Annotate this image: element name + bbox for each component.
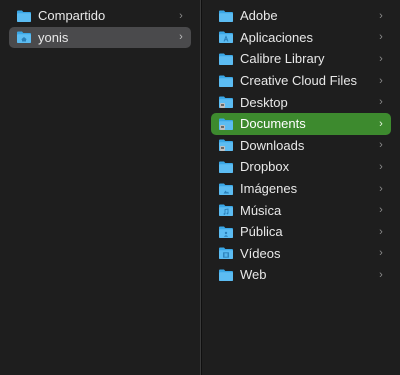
column-item-yonis[interactable]: yonis ›: [9, 26, 191, 49]
column-item-label: Música: [240, 202, 282, 218]
chevron-right-icon: ›: [379, 74, 383, 87]
finder-column-browser: Compartido › yonis › Adobe › Aplicacione…: [0, 0, 400, 375]
chevron-right-icon: ›: [379, 96, 383, 109]
documents-folder-icon: [218, 117, 234, 131]
folder-icon: [218, 9, 234, 23]
chevron-right-icon: ›: [379, 9, 383, 22]
column-item-label: Documents: [240, 116, 306, 132]
column-item-aplicaciones[interactable]: Aplicaciones ›: [211, 27, 391, 49]
column-item-label: Desktop: [240, 94, 288, 110]
music-folder-icon: [218, 203, 234, 217]
column-item-web[interactable]: Web ›: [211, 264, 391, 286]
column-item-calibre-library[interactable]: Calibre Library ›: [211, 48, 391, 70]
chevron-right-icon: ›: [379, 31, 383, 44]
column-item-imagenes[interactable]: Imágenes ›: [211, 178, 391, 200]
column-item-label: Dropbox: [240, 159, 290, 175]
column-item-musica[interactable]: Música ›: [211, 199, 391, 221]
folder-icon: [218, 268, 234, 282]
applications-folder-icon: [218, 30, 234, 44]
column-item-label: Downloads: [240, 137, 305, 153]
chevron-right-icon: ›: [379, 182, 383, 195]
column-item-label: Calibre Library: [240, 51, 325, 67]
chevron-right-icon: ›: [379, 160, 383, 173]
folder-icon: [218, 74, 234, 88]
desktop-folder-icon: [218, 95, 234, 109]
column-item-label: Vídeos: [240, 245, 281, 261]
chevron-right-icon: ›: [379, 268, 383, 281]
chevron-right-icon: ›: [379, 52, 383, 65]
chevron-right-icon: ›: [379, 247, 383, 260]
column-item-videos[interactable]: Vídeos ›: [211, 243, 391, 265]
chevron-right-icon: ›: [379, 204, 383, 217]
column-item-label: Adobe: [240, 8, 278, 24]
column-item-dropbox[interactable]: Dropbox ›: [211, 156, 391, 178]
column-item-downloads[interactable]: Downloads ›: [211, 135, 391, 157]
folder-icon: [218, 160, 234, 174]
chevron-right-icon: ›: [379, 225, 383, 238]
column-item-label: Compartido: [38, 8, 106, 24]
column-item-label: Creative Cloud Files: [240, 73, 358, 89]
column-2: Adobe › Aplicaciones › Calibre Library ›…: [202, 0, 400, 375]
column-item-label: Web: [240, 267, 267, 283]
column-item-label: Aplicaciones: [240, 29, 313, 45]
column-item-creative-cloud-files[interactable]: Creative Cloud Files ›: [211, 70, 391, 92]
folder-icon: [218, 52, 234, 66]
chevron-right-icon: ›: [179, 31, 183, 44]
column-item-label: yonis: [38, 29, 69, 45]
chevron-right-icon: ›: [179, 9, 183, 22]
chevron-right-icon: ›: [379, 117, 383, 130]
pictures-folder-icon: [218, 182, 234, 196]
column-item-compartido[interactable]: Compartido ›: [9, 5, 191, 27]
column-item-publica[interactable]: Pública ›: [211, 221, 391, 243]
home-folder-icon: [16, 30, 32, 44]
column-item-desktop[interactable]: Desktop ›: [211, 91, 391, 113]
column-item-label: Pública: [240, 224, 283, 240]
public-folder-icon: [218, 225, 234, 239]
downloads-folder-icon: [218, 138, 234, 152]
movies-folder-icon: [218, 246, 234, 260]
column-item-documents[interactable]: Documents ›: [211, 112, 391, 135]
column-item-adobe[interactable]: Adobe ›: [211, 5, 391, 27]
column-1: Compartido › yonis ›: [0, 0, 200, 375]
chevron-right-icon: ›: [379, 139, 383, 152]
column-item-label: Imágenes: [240, 181, 298, 197]
folder-icon: [16, 9, 32, 23]
